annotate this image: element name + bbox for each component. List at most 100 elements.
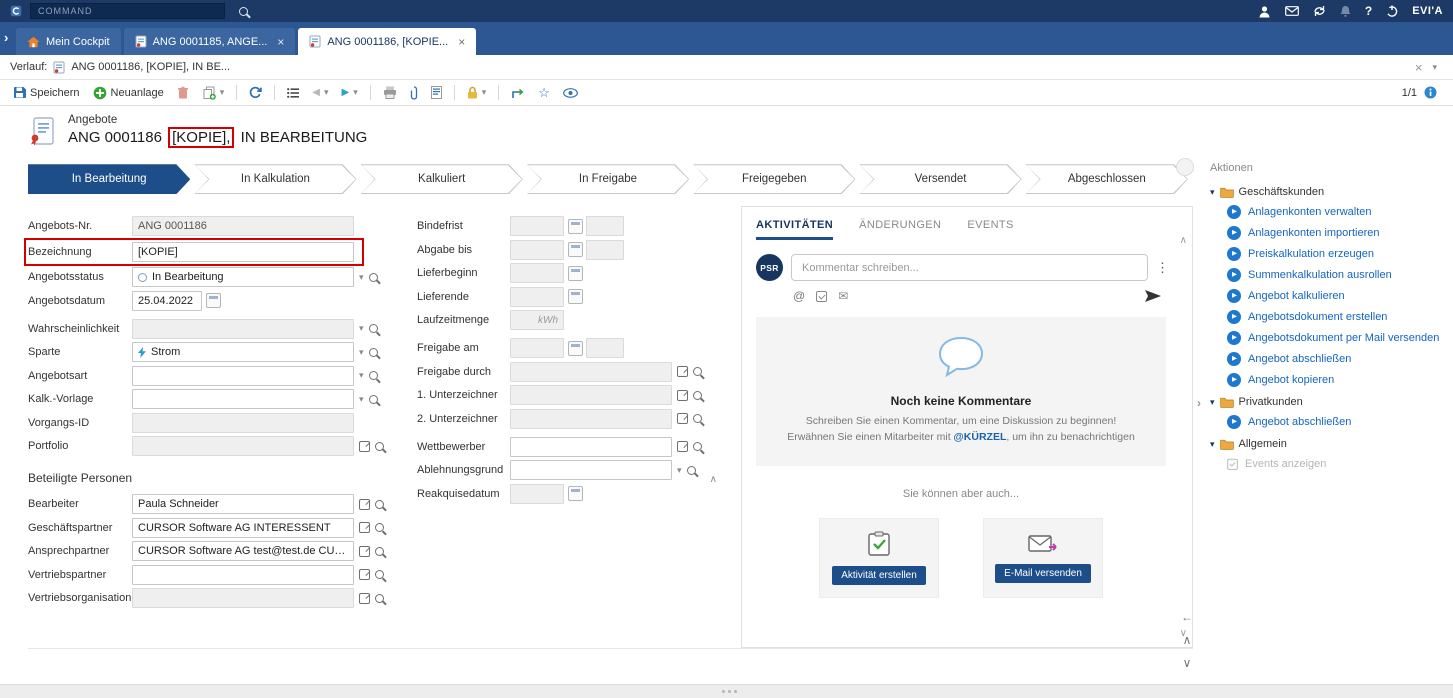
field-input-angebotsart[interactable]	[132, 366, 354, 386]
dropdown-icon[interactable]: ▾	[359, 272, 364, 283]
mail-icon[interactable]: ✉	[838, 289, 848, 303]
collapse-icon[interactable]: ▾	[1210, 187, 1215, 198]
dropdown-icon[interactable]: ▾	[359, 394, 364, 405]
create-activity-card[interactable]: Aktivität erstellen	[819, 518, 939, 598]
action-angebotsdokument-erstellen[interactable]: ▶Angebotsdokument erstellen	[1227, 310, 1450, 324]
field-input-bindefrist[interactable]	[586, 216, 624, 236]
action-group-gesch-ftskunden[interactable]: ▾Geschäftskunden	[1210, 186, 1450, 198]
collapse-icon[interactable]: ▾	[1210, 397, 1215, 408]
lookup-icon[interactable]	[369, 273, 378, 282]
action-summenkalkulation-ausrollen[interactable]: ▶Summenkalkulation ausrollen	[1227, 268, 1450, 282]
lookup-icon[interactable]	[375, 500, 384, 509]
lookup-icon[interactable]	[375, 523, 384, 532]
tab-close-icon[interactable]: ×	[277, 35, 284, 49]
info-icon[interactable]	[1424, 86, 1437, 99]
calendar-icon[interactable]	[568, 289, 583, 304]
watch-button[interactable]	[558, 86, 583, 100]
open-record-icon[interactable]	[359, 499, 370, 510]
chevron-right-icon[interactable]: ›	[1197, 396, 1201, 410]
panel-expander-icon[interactable]: ›	[4, 30, 8, 45]
field-input-reakquisedatum[interactable]	[510, 484, 564, 504]
mail-icon[interactable]	[1285, 6, 1299, 16]
tab-ang-0001186-kopie[interactable]: ANG 0001186, [KOPIE...×	[298, 28, 476, 55]
action-group-privatkunden[interactable]: ›▾Privatkunden	[1210, 396, 1450, 408]
more-options-icon[interactable]: ⋮	[1156, 260, 1166, 276]
field-input-sparte[interactable]: Strom	[132, 342, 354, 362]
calendar-icon[interactable]	[568, 486, 583, 501]
open-record-icon[interactable]	[677, 366, 688, 377]
field-input-1-unterzeichner[interactable]	[510, 385, 672, 405]
user-icon[interactable]	[1258, 5, 1271, 18]
field-input-vertriebspartner[interactable]	[132, 565, 354, 585]
mention-link[interactable]: @KÜRZEL	[954, 431, 1007, 443]
open-record-icon[interactable]	[677, 390, 688, 401]
activities-tab-aktivit-ten[interactable]: AKTIVITÄTEN	[756, 219, 833, 240]
activities-tab-nderungen[interactable]: ÄNDERUNGEN	[859, 219, 941, 240]
workflow-button[interactable]	[506, 85, 530, 101]
process-stage-abgeschlossen[interactable]: Abgeschlossen	[1026, 164, 1188, 194]
field-input-wettbewerber[interactable]	[510, 437, 672, 457]
scroll-down-icon[interactable]: ∨	[1183, 656, 1192, 670]
field-input-vertriebsorganisation[interactable]	[132, 588, 354, 608]
tab-ang-0001185-ange[interactable]: ANG 0001185, ANGE...×	[124, 28, 296, 55]
field-input-freigabe-am[interactable]	[510, 338, 564, 358]
lookup-icon[interactable]	[693, 367, 702, 376]
field-input-gesch-ftspartner[interactable]: CURSOR Software AG INTERESSENT	[132, 518, 354, 538]
action-preiskalkulation-erzeugen[interactable]: ▶Preiskalkulation erzeugen	[1227, 247, 1450, 261]
field-input-abgabe-bis[interactable]	[586, 240, 624, 260]
action-anlagenkonten-verwalten[interactable]: ▶Anlagenkonten verwalten	[1227, 205, 1450, 219]
next-record-button[interactable]: ▶▾	[337, 85, 363, 100]
field-input-bearbeiter[interactable]: Paula Schneider	[132, 494, 354, 514]
field-input-lieferbeginn[interactable]	[510, 263, 564, 283]
activities-tab-events[interactable]: EVENTS	[967, 219, 1013, 240]
lookup-icon[interactable]	[375, 442, 384, 451]
field-input-angebots-nr[interactable]: ANG 0001186	[132, 216, 354, 236]
field-input-vorgangs-id[interactable]	[132, 413, 354, 433]
splitter-handle[interactable]	[722, 690, 737, 693]
action-group-allgemein[interactable]: ▾Allgemein	[1210, 438, 1450, 450]
scroll-up-icon[interactable]: ∧	[1183, 633, 1192, 647]
help-icon[interactable]: ?	[1365, 5, 1372, 17]
field-input-wahrscheinlichkeit[interactable]	[132, 319, 354, 339]
action-angebot-kopieren[interactable]: ▶Angebot kopieren	[1227, 373, 1450, 387]
open-record-icon[interactable]	[359, 441, 370, 452]
chevron-down-icon[interactable]: ▾	[482, 87, 487, 98]
field-input-freigabe-am[interactable]	[586, 338, 624, 358]
lookup-icon[interactable]	[369, 395, 378, 404]
process-stage-versendet[interactable]: Versendet	[859, 164, 1021, 194]
list-view-button[interactable]	[282, 86, 304, 100]
field-input-freigabe-durch[interactable]	[510, 362, 672, 382]
copy-button[interactable]: ▾	[197, 84, 230, 102]
favorite-button[interactable]: ☆	[533, 84, 555, 101]
power-icon[interactable]	[1386, 5, 1398, 17]
process-stage-in-freigabe[interactable]: In Freigabe	[527, 164, 689, 194]
lookup-icon[interactable]	[693, 442, 702, 451]
attachment-button[interactable]	[405, 84, 423, 102]
dropdown-icon[interactable]: ▾	[359, 347, 364, 358]
chevron-down-icon[interactable]: ▾	[220, 87, 225, 98]
calendar-icon[interactable]	[568, 242, 583, 257]
chevron-down-icon[interactable]: ▾	[324, 87, 329, 98]
open-record-icon[interactable]	[359, 522, 370, 533]
collapse-left-icon[interactable]: ←	[1181, 610, 1193, 624]
calendar-icon[interactable]	[568, 341, 583, 356]
create-activity-button[interactable]: Aktivität erstellen	[832, 566, 926, 585]
tab-mein-cockpit[interactable]: Mein Cockpit	[16, 28, 121, 55]
lookup-icon[interactable]	[369, 324, 378, 333]
tab-close-icon[interactable]: ×	[458, 35, 465, 49]
process-stage-in-kalkulation[interactable]: In Kalkulation	[194, 164, 356, 194]
previous-record-button[interactable]: ◀▾	[307, 85, 333, 100]
sync-icon[interactable]	[1313, 5, 1326, 17]
field-input-bindefrist[interactable]	[510, 216, 564, 236]
field-input-ablehnungsgrund[interactable]	[510, 460, 672, 480]
field-input-angebotsdatum[interactable]: 25.04.2022	[132, 291, 202, 311]
open-record-icon[interactable]	[677, 413, 688, 424]
action-angebotsdokument-per-mail-versenden[interactable]: ▶Angebotsdokument per Mail versenden	[1227, 331, 1450, 345]
command-input[interactable]	[30, 3, 225, 19]
field-input-laufzeitmenge[interactable]: kWh	[510, 310, 564, 330]
dropdown-icon[interactable]: ▾	[677, 465, 682, 476]
open-record-icon[interactable]	[677, 441, 688, 452]
delete-button[interactable]	[172, 84, 194, 101]
process-stage-kalkuliert[interactable]: Kalkuliert	[361, 164, 523, 194]
close-icon[interactable]: ×	[1415, 60, 1423, 75]
